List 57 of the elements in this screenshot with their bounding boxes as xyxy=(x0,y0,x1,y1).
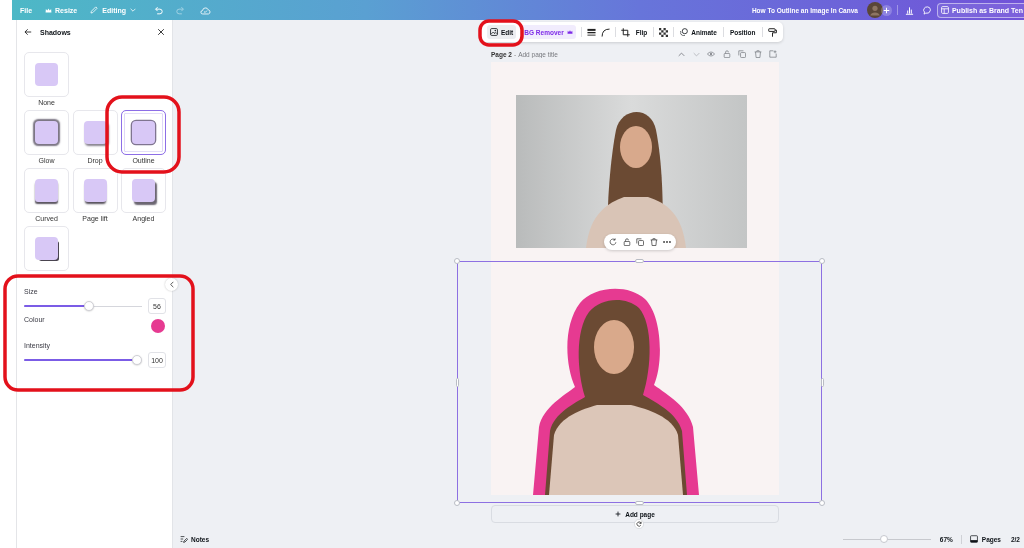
shadow-preview-icon xyxy=(35,179,58,202)
trash-icon[interactable] xyxy=(649,238,658,246)
curve-icon[interactable] xyxy=(600,27,610,37)
trash-icon[interactable] xyxy=(753,50,762,58)
slider-thumb[interactable] xyxy=(84,301,95,311)
shadow-preview-icon xyxy=(132,121,155,144)
resize-handle[interactable] xyxy=(819,500,825,506)
chevron-left-icon xyxy=(169,281,174,288)
eye-icon[interactable] xyxy=(707,50,715,58)
resize-handle[interactable] xyxy=(454,500,460,506)
resize-handle[interactable] xyxy=(819,258,825,264)
checkerboard-icon[interactable] xyxy=(659,27,669,37)
shadow-preview-icon xyxy=(35,63,58,86)
copy-icon[interactable] xyxy=(738,50,746,58)
rotate-handle[interactable] xyxy=(634,519,644,529)
crown-icon xyxy=(45,6,53,14)
image-icon xyxy=(490,28,498,36)
plus-icon xyxy=(615,511,622,517)
color-swatch[interactable] xyxy=(151,319,165,333)
lock-icon[interactable] xyxy=(722,50,731,58)
add-collaborator-icon[interactable] xyxy=(880,4,892,16)
shadow-preview-icon xyxy=(35,237,58,260)
back-arrow-icon[interactable] xyxy=(24,28,32,36)
resize-handle[interactable] xyxy=(454,258,460,264)
more-icon[interactable] xyxy=(663,238,671,246)
design-page[interactable] xyxy=(491,62,779,495)
comment-icon[interactable] xyxy=(922,5,932,15)
annotation-ring xyxy=(478,19,524,47)
cloud-saved-icon[interactable] xyxy=(199,5,211,15)
resize-handle[interactable] xyxy=(820,377,824,387)
line-weight-icon[interactable] xyxy=(586,27,596,37)
layout-icon xyxy=(940,6,949,14)
pages-icon xyxy=(969,535,978,543)
zoom-slider-thumb[interactable] xyxy=(880,535,889,543)
chevron-down-icon xyxy=(129,7,136,13)
bar-chart-icon[interactable] xyxy=(904,5,914,15)
shadow-preview-icon xyxy=(83,179,107,202)
copy-icon[interactable] xyxy=(636,238,644,246)
slider-thumb[interactable] xyxy=(132,355,142,365)
photo-placeholder[interactable] xyxy=(516,95,747,248)
shadow-preview-icon xyxy=(35,121,58,144)
paint-roller-icon[interactable] xyxy=(767,27,777,37)
undo-icon[interactable] xyxy=(153,5,163,15)
shadow-preview-icon xyxy=(132,179,155,202)
resize-handle[interactable] xyxy=(635,259,644,263)
refresh-icon[interactable] xyxy=(609,238,617,246)
crop-icon[interactable] xyxy=(620,27,630,37)
lock-icon[interactable] xyxy=(622,238,631,246)
resize-handle[interactable] xyxy=(455,377,459,387)
close-icon[interactable] xyxy=(157,28,165,36)
add-page-icon[interactable] xyxy=(769,50,777,58)
motion-icon xyxy=(680,28,689,36)
pencil-icon xyxy=(90,6,99,14)
shadow-option-button[interactable] xyxy=(121,110,166,155)
notes-icon xyxy=(180,535,188,543)
crown-icon xyxy=(566,29,573,35)
shadow-preview-icon xyxy=(83,121,107,144)
